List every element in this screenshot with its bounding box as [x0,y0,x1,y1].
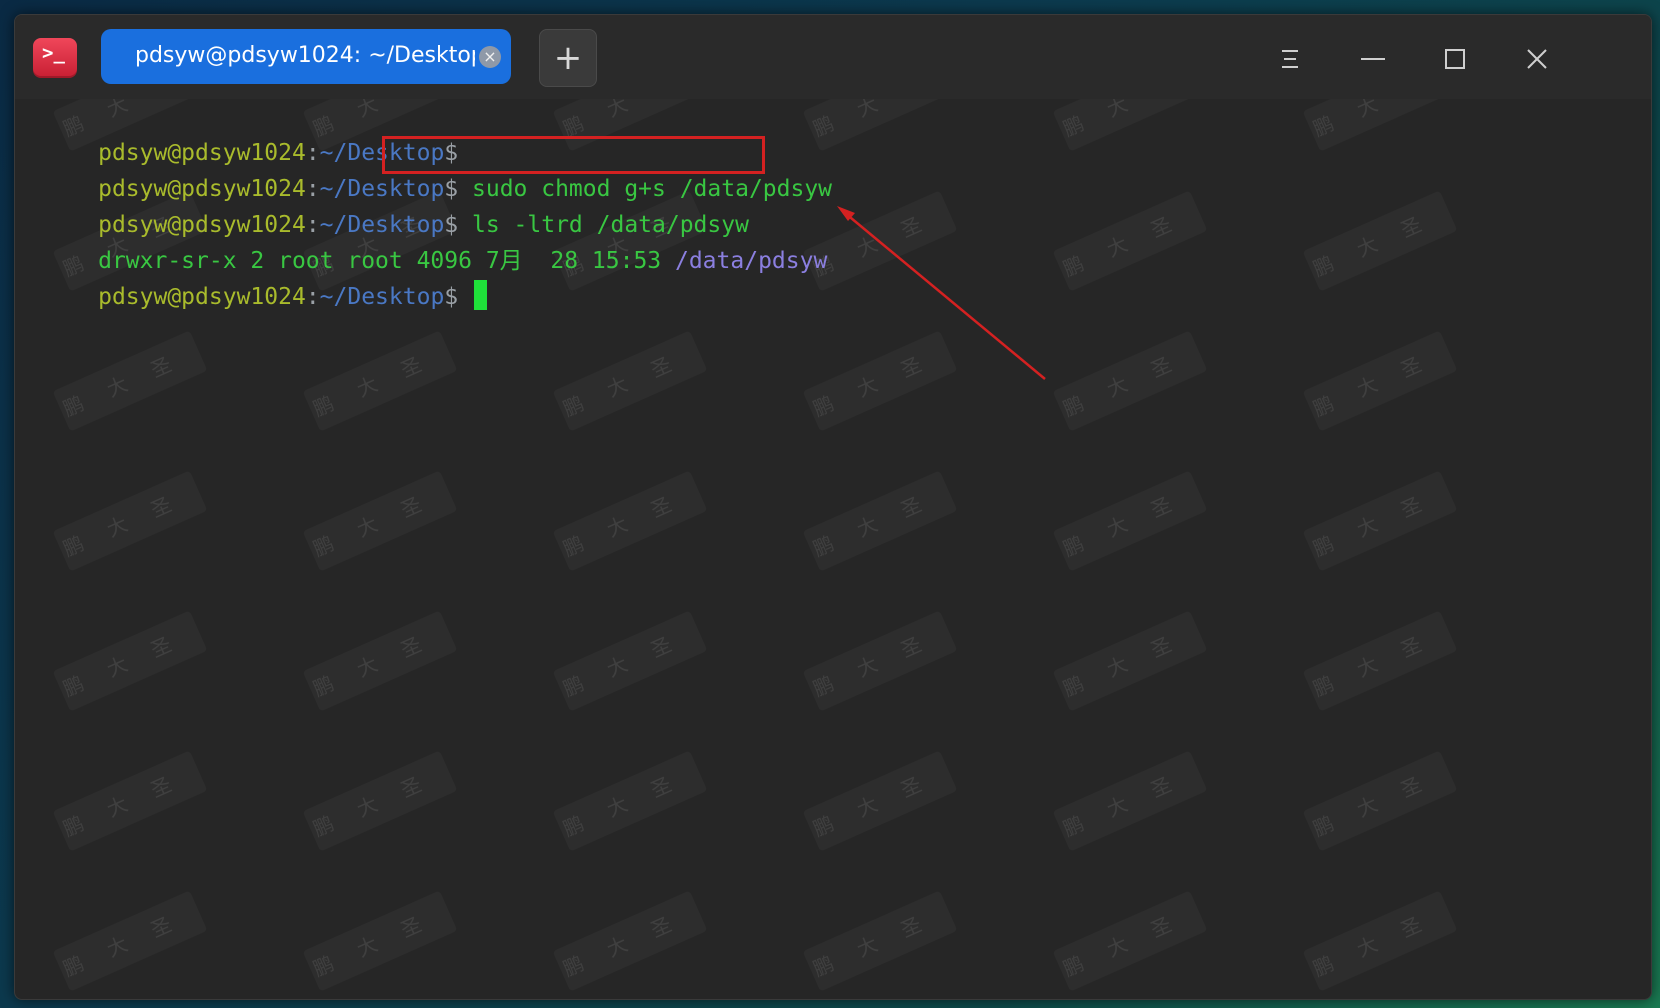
ls-output-directory: /data/pdsyw [674,248,828,274]
tab-title: pdsyw@pdsyw1024: ~/Desktop [135,43,475,68]
menu-icon[interactable] [1273,41,1309,77]
minimize-icon[interactable] [1355,41,1391,77]
prompt-colon: : [305,284,320,310]
new-tab-button[interactable]: + [539,29,597,87]
terminal-window: >_ pdsyw@pdsyw1024: ~/Desktop × + 鹏大圣 鹏大… [14,14,1652,1000]
text-cursor [474,280,488,310]
terminal-output[interactable]: pdsyw@pdsyw1024:~/Desktop$ pdsyw@pdsyw10… [15,99,1651,999]
close-icon[interactable] [1519,41,1555,77]
prompt-dollar: $ [444,284,459,310]
terminal-app-icon[interactable]: >_ [33,38,77,78]
terminal-prompt-glyph: >_ [42,42,65,64]
titlebar: >_ pdsyw@pdsyw1024: ~/Desktop × + [15,15,1651,99]
tab-active[interactable]: pdsyw@pdsyw1024: ~/Desktop × [101,29,511,84]
prompt-line: pdsyw@pdsyw1024:~/Desktop$ ls -ltrd /dat… [15,171,749,238]
annotation-highlight-box [382,136,765,174]
prompt-line: pdsyw@pdsyw1024:~/Desktop$ [15,243,488,310]
prompt-user: pdsyw@pdsyw1024 [98,284,306,310]
tab-close-icon[interactable]: × [479,46,501,68]
prompt-line: pdsyw@pdsyw1024:~/Desktop$ [15,99,458,166]
output-line: drwxr-sr-x 2 root root 4096 7月 28 15:53 … [15,207,827,274]
prompt-path: ~/Desktop [319,284,445,310]
maximize-icon[interactable] [1437,41,1473,77]
